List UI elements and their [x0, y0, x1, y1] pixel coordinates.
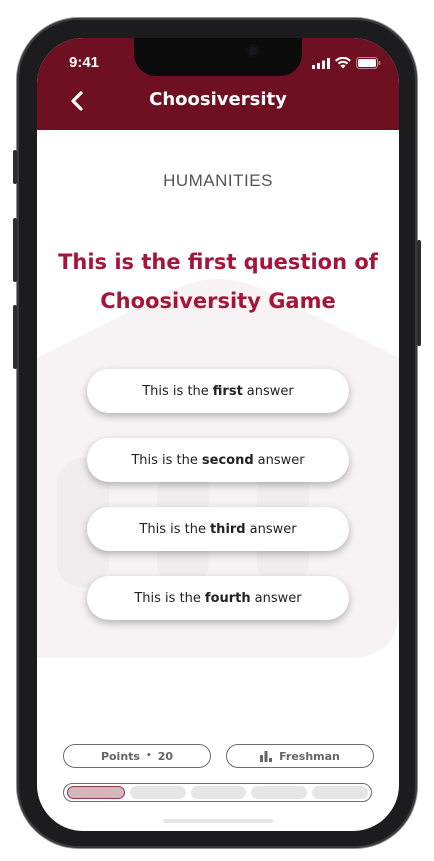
progress-segment — [129, 786, 186, 799]
notch — [134, 38, 302, 76]
battery-icon — [356, 57, 381, 69]
answer-keyword: fourth — [204, 590, 251, 606]
status-time: 9:41 — [69, 54, 100, 71]
answer-suffix: answer — [246, 383, 294, 399]
question-progress-bar — [63, 783, 372, 802]
points-label: Points — [100, 749, 140, 763]
level-pill: Freshman — [226, 744, 374, 768]
answer-prefix: This is the — [134, 590, 201, 606]
answer-keyword: third — [209, 521, 246, 537]
progress-segment — [251, 786, 308, 799]
progress-segment — [312, 786, 368, 799]
question-line-2: Choosiversity Game — [100, 289, 336, 313]
power-button — [417, 240, 421, 346]
bar-chart-icon — [260, 750, 273, 762]
answer-prefix: This is the — [139, 521, 206, 537]
mute-switch — [13, 150, 17, 184]
answer-keyword: first — [212, 383, 243, 399]
points-value: 20 — [157, 749, 174, 763]
status-icons — [312, 57, 381, 69]
question-text: This is the first question of Choosivers… — [51, 243, 385, 321]
answer-suffix: answer — [257, 452, 305, 468]
volume-up-button — [13, 218, 17, 282]
level-label: Freshman — [279, 749, 340, 763]
question-category: HUMANITIES — [163, 171, 273, 190]
progress-segment — [67, 786, 125, 799]
camera-icon — [246, 44, 260, 58]
app-screen: 9:41 Choosiversity HUMANITIES This is th… — [37, 38, 399, 831]
answer-button-3[interactable]: This is the third answer — [87, 507, 349, 551]
answer-button-1[interactable]: This is the first answer — [87, 369, 349, 413]
answer-keyword: second — [201, 452, 254, 468]
answer-suffix: answer — [254, 590, 302, 606]
brand-title: Choosiversity — [149, 89, 287, 110]
points-pill: Points • 20 — [63, 744, 211, 768]
answer-suffix: answer — [249, 521, 297, 537]
answer-button-4[interactable]: This is the fourth answer — [87, 576, 349, 620]
volume-down-button — [13, 305, 17, 369]
progress-segment — [190, 786, 247, 799]
answer-button-2[interactable]: This is the second answer — [87, 438, 349, 482]
question-line-1: This is the first question of — [58, 250, 378, 274]
points-separator: • — [145, 751, 152, 761]
wifi-icon — [335, 57, 351, 69]
answer-prefix: This is the — [142, 383, 209, 399]
signal-icon — [312, 57, 330, 69]
answer-prefix: This is the — [131, 452, 198, 468]
home-indicator — [163, 819, 273, 823]
